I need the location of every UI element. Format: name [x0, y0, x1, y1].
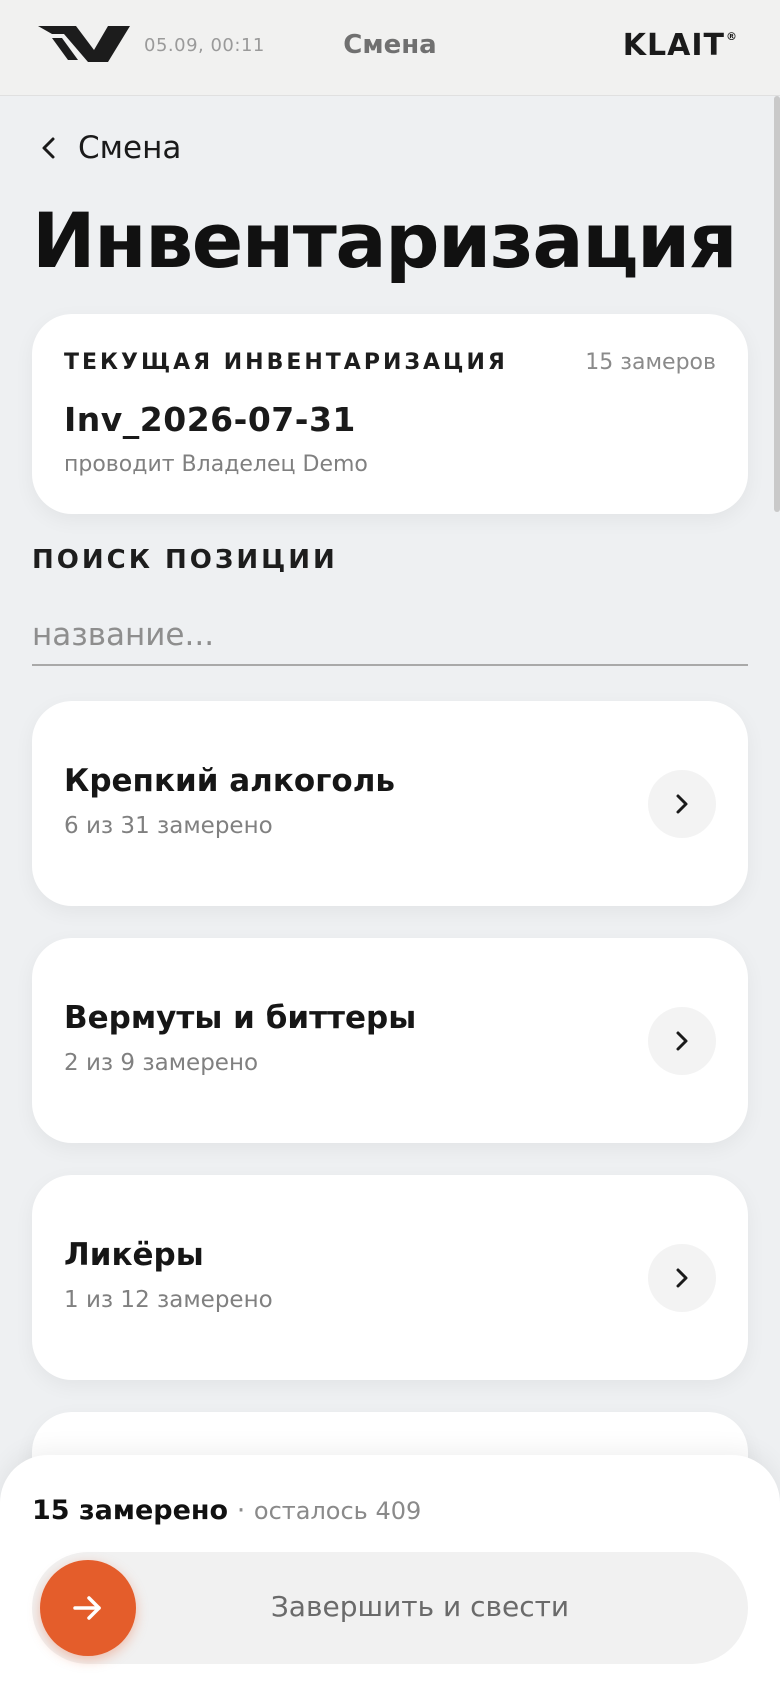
inventory-owner: проводит Владелец Demo — [64, 452, 368, 477]
chevron-right-icon — [676, 1268, 688, 1288]
category-card[interactable]: Крепкий алкоголь 6 из 31 замерено — [32, 701, 748, 906]
category-name: Крепкий алкоголь — [64, 763, 396, 799]
open-category-button[interactable] — [648, 770, 716, 838]
category-progress: 1 из 12 замерено — [64, 1287, 273, 1313]
chevron-right-icon — [676, 794, 688, 814]
chevron-right-icon — [676, 1031, 688, 1051]
brand-name: KLAIT® — [623, 28, 738, 63]
brand-text: KLAIT — [622, 28, 725, 63]
page-title: Инвентаризация — [32, 196, 738, 285]
inventory-name: Inv_2026-07-31 — [64, 400, 356, 439]
chevron-left-icon — [42, 137, 55, 159]
back-label: Смена — [78, 130, 182, 166]
finish-and-reconcile-slider[interactable]: Завершить и свести — [32, 1552, 748, 1664]
category-name: Вермуты и биттеры — [64, 1000, 417, 1036]
category-progress: 2 из 9 замерено — [64, 1050, 259, 1076]
remaining-count: осталось 409 — [253, 1497, 422, 1525]
registered-mark: ® — [726, 30, 738, 43]
measured-count: 15 замерено — [32, 1495, 229, 1526]
open-category-button[interactable] — [648, 1244, 716, 1312]
category-card[interactable]: Ликёры 1 из 12 замерено — [32, 1175, 748, 1380]
current-inventory-heading: ТЕКУЩАЯ ИНВЕНТАРИЗАЦИЯ — [64, 350, 508, 375]
category-progress: 6 из 31 замерено — [64, 813, 273, 839]
top-bar: 05.09, 00:11 Смена KLAIT® — [0, 0, 780, 96]
summary-separator: · — [236, 1495, 246, 1526]
current-inventory-card: ТЕКУЩАЯ ИНВЕНТАРИЗАЦИЯ 15 замеров Inv_20… — [32, 314, 748, 514]
finish-label: Завершить и свести — [270, 1590, 570, 1623]
search-label: ПОИСК ПОЗИЦИИ — [32, 545, 338, 575]
category-card[interactable]: Вермуты и биттеры 2 из 9 замерено — [32, 938, 748, 1143]
scrollbar[interactable] — [774, 96, 780, 512]
measurement-count: 15 замеров — [585, 350, 716, 375]
open-category-button[interactable] — [648, 1007, 716, 1075]
measured-summary: 15 замерено · осталось 409 — [32, 1495, 421, 1526]
category-name: Ликёры — [64, 1237, 204, 1273]
search-input[interactable] — [32, 606, 748, 666]
bottom-action-panel: 15 замерено · осталось 409 Завершить и с… — [0, 1455, 780, 1688]
back-button[interactable]: Смена — [38, 128, 181, 168]
